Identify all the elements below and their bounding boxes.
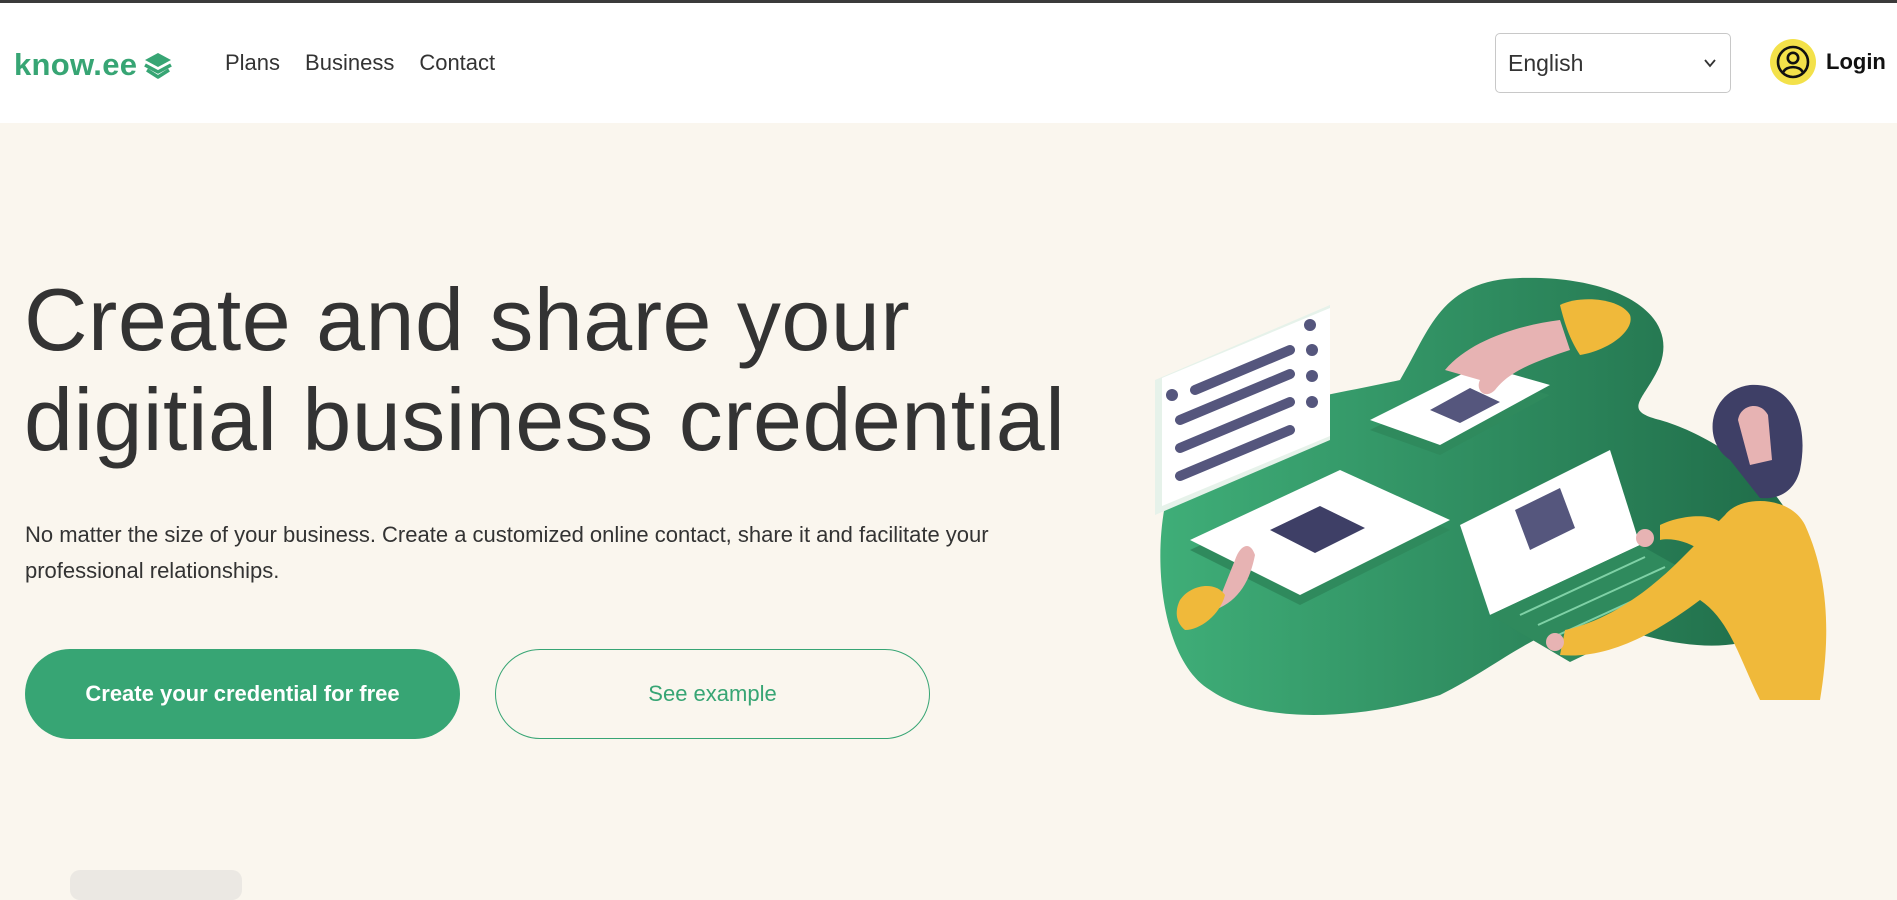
nav-business[interactable]: Business bbox=[305, 50, 394, 76]
bottom-tab-fragment bbox=[70, 870, 242, 900]
login-label: Login bbox=[1826, 49, 1886, 74]
hero-illustration bbox=[1155, 277, 1827, 715]
create-credential-button[interactable]: Create your credential for free bbox=[25, 649, 460, 739]
main-nav: Plans Business Contact bbox=[225, 50, 495, 76]
hero-subtitle: No matter the size of your business. Cre… bbox=[25, 522, 989, 583]
hero-title: Create and share your digitial business … bbox=[24, 270, 1124, 470]
brand-logo[interactable]: know.ee bbox=[14, 47, 173, 83]
nav-plans[interactable]: Plans bbox=[225, 50, 280, 76]
login-button[interactable]: Login bbox=[1770, 39, 1886, 85]
top-navbar: know.ee Plans Business Contact English L… bbox=[0, 3, 1897, 123]
user-circle-icon bbox=[1770, 39, 1816, 85]
see-example-button[interactable]: See example bbox=[495, 649, 930, 739]
language-value: English bbox=[1508, 49, 1584, 76]
brand-name: know.ee bbox=[14, 47, 138, 82]
nav-contact[interactable]: Contact bbox=[419, 50, 495, 76]
hero-title-line-2: digitial business credential bbox=[24, 370, 1066, 469]
layers-icon bbox=[144, 53, 173, 79]
chevron-down-icon bbox=[1704, 59, 1716, 68]
language-select[interactable]: English bbox=[1495, 33, 1731, 93]
hero-title-line-1: Create and share your bbox=[24, 270, 911, 369]
